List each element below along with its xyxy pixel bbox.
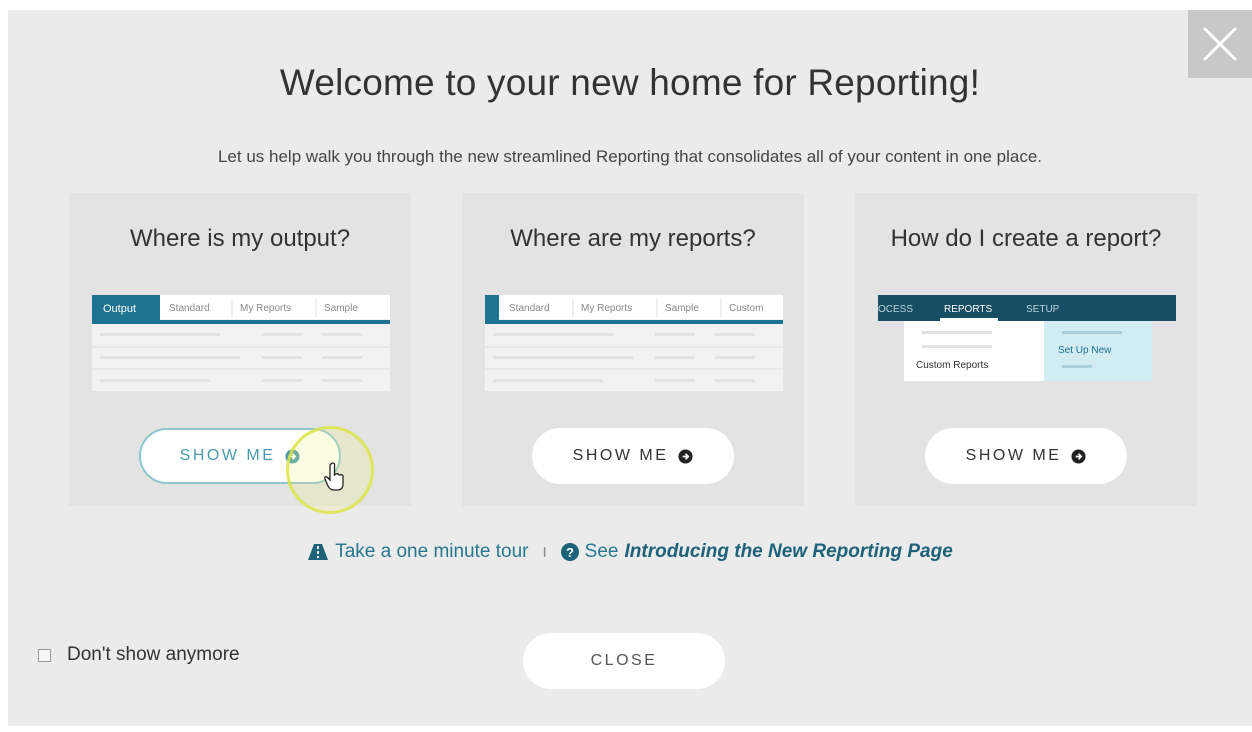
card-create-report: How do I create a report? OCESS REPORTS …	[855, 193, 1197, 506]
card-title: Where are my reports?	[510, 225, 756, 252]
modal-subtitle: Let us help walk you through the new str…	[217, 147, 1043, 166]
card-reports: Where are my reports? Standard My Report…	[462, 193, 804, 506]
thumb-nav: SETUP	[1026, 304, 1060, 315]
arrow-circle-icon	[1071, 448, 1086, 464]
thumb-tab: Standard	[509, 303, 550, 314]
card-title: Where is my output?	[129, 225, 351, 252]
thumb-tab: My Reports	[240, 303, 291, 314]
card-title: How do I create a report?	[890, 225, 1162, 252]
thumb-side-item: Set Up New	[1058, 345, 1112, 356]
thumb-tab: Standard	[169, 303, 210, 314]
help-circle-icon: ?	[560, 543, 579, 561]
dont-show-label: Don't show anymore	[67, 644, 240, 665]
tour-link-label: Take a one minute tour	[335, 541, 529, 562]
modal-title: Welcome to your new home for Reporting!	[279, 62, 981, 103]
article-link-label: Introducing the New Reporting Page	[624, 541, 953, 562]
thumb-tab: Custom	[729, 303, 763, 314]
thumb-tab: My Reports	[581, 303, 632, 314]
arrow-circle-icon	[285, 448, 300, 464]
reports-tabs-thumbnail: Standard My Reports Sample Custom	[485, 295, 783, 391]
show-me-output-button[interactable]: SHOW ME	[139, 428, 341, 484]
show-me-label: SHOW ME	[179, 447, 276, 464]
link-separator: I	[542, 543, 547, 561]
thumb-tab: Sample	[665, 303, 699, 314]
close-button[interactable]: CLOSE	[523, 633, 725, 689]
thumb-nav: OCESS	[878, 304, 913, 315]
close-x-icon	[1202, 26, 1238, 62]
show-me-label: SHOW ME	[965, 447, 1062, 464]
dont-show-checkbox[interactable]	[38, 648, 51, 662]
show-me-label: SHOW ME	[572, 447, 669, 464]
thumb-tab: Sample	[324, 303, 358, 314]
thumb-nav: REPORTS	[944, 304, 992, 315]
card-output: Where is my output? Output Standard My R…	[69, 193, 411, 506]
show-me-reports-button[interactable]: SHOW ME	[532, 428, 734, 484]
article-link[interactable]: ? See Introducing the New Reporting Page	[560, 541, 953, 563]
map-icon	[308, 544, 329, 560]
svg-text:?: ?	[566, 545, 574, 560]
arrow-circle-icon	[678, 448, 693, 464]
tour-link[interactable]: Take a one minute tour	[307, 541, 529, 563]
welcome-modal: Welcome to your new home for Reporting! …	[8, 10, 1252, 726]
see-label: See	[584, 541, 619, 562]
dont-show-option[interactable]: Don't show anymore	[38, 644, 240, 666]
thumb-tab: Output	[103, 303, 136, 315]
help-links: Take a one minute tour I ? See Introduci…	[8, 541, 1252, 563]
output-tabs-thumbnail: Output Standard My Reports Sample	[92, 295, 390, 391]
create-report-menu-thumbnail: OCESS REPORTS SETUP Custom Reports Set U…	[878, 295, 1176, 381]
show-me-create-button[interactable]: SHOW ME	[925, 428, 1127, 484]
thumb-menu-item: Custom Reports	[916, 360, 988, 371]
